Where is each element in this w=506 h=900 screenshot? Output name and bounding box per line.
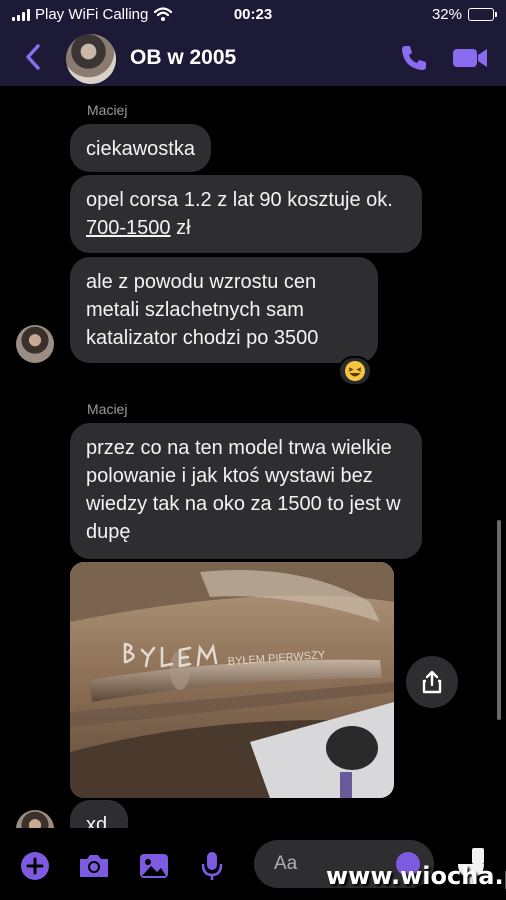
message-bubble[interactable]: opel corsa 1.2 z lat 90 kosztuje ok. 700…: [70, 175, 422, 253]
scrollbar[interactable]: [497, 520, 501, 720]
conversation-title[interactable]: OB w 2005: [130, 46, 236, 70]
photo-message[interactable]: BYŁEM PIERWSZY: [70, 562, 394, 798]
contact-avatar[interactable]: [66, 34, 116, 84]
conversation-header: OB w 2005: [0, 30, 506, 86]
video-camera-icon[interactable]: [450, 42, 490, 74]
share-button[interactable]: [406, 656, 458, 708]
status-right: 32%: [431, 6, 497, 23]
car-underside-photo: BYŁEM PIERWSZY: [70, 562, 394, 798]
clock: 00:23: [233, 6, 273, 23]
message-text: przez co na ten model trwa wielkie polow…: [86, 437, 401, 543]
message-input-placeholder: Aa: [274, 853, 298, 874]
phone-icon[interactable]: [398, 42, 430, 74]
message-text: opel corsa 1.2 z lat 90 kosztuje ok.: [86, 189, 393, 211]
message-bubble[interactable]: przez co na ten model trwa wielkie polow…: [70, 423, 422, 559]
message-text-suffix: zł: [170, 217, 191, 239]
message-text: ciekawostka: [86, 138, 195, 160]
reaction-badge[interactable]: [338, 356, 372, 386]
laughing-emoji-icon: [345, 361, 365, 381]
battery-percent: 32%: [431, 6, 462, 23]
share-icon: [422, 670, 442, 694]
watermark: www.wiocha.pl: [326, 862, 506, 890]
microphone-icon[interactable]: [194, 848, 230, 884]
message-text: ale z powodu wzrostu cen metali szlachet…: [86, 271, 319, 349]
message-bubble[interactable]: ciekawostka: [70, 124, 211, 172]
sender-avatar[interactable]: [16, 325, 54, 363]
sender-name: Maciej: [87, 102, 128, 118]
camera-icon[interactable]: [76, 848, 112, 884]
gallery-icon[interactable]: [136, 848, 172, 884]
message-bubble[interactable]: ale z powodu wzrostu cen metali szlachet…: [70, 257, 378, 363]
plus-icon[interactable]: [17, 848, 53, 884]
sender-name: Maciej: [87, 401, 128, 417]
price-link[interactable]: 700-1500: [86, 217, 171, 239]
chevron-left-icon[interactable]: [20, 42, 48, 72]
status-bar: Play WiFi Calling 00:23 32%: [0, 0, 506, 30]
battery-icon: [468, 8, 497, 21]
